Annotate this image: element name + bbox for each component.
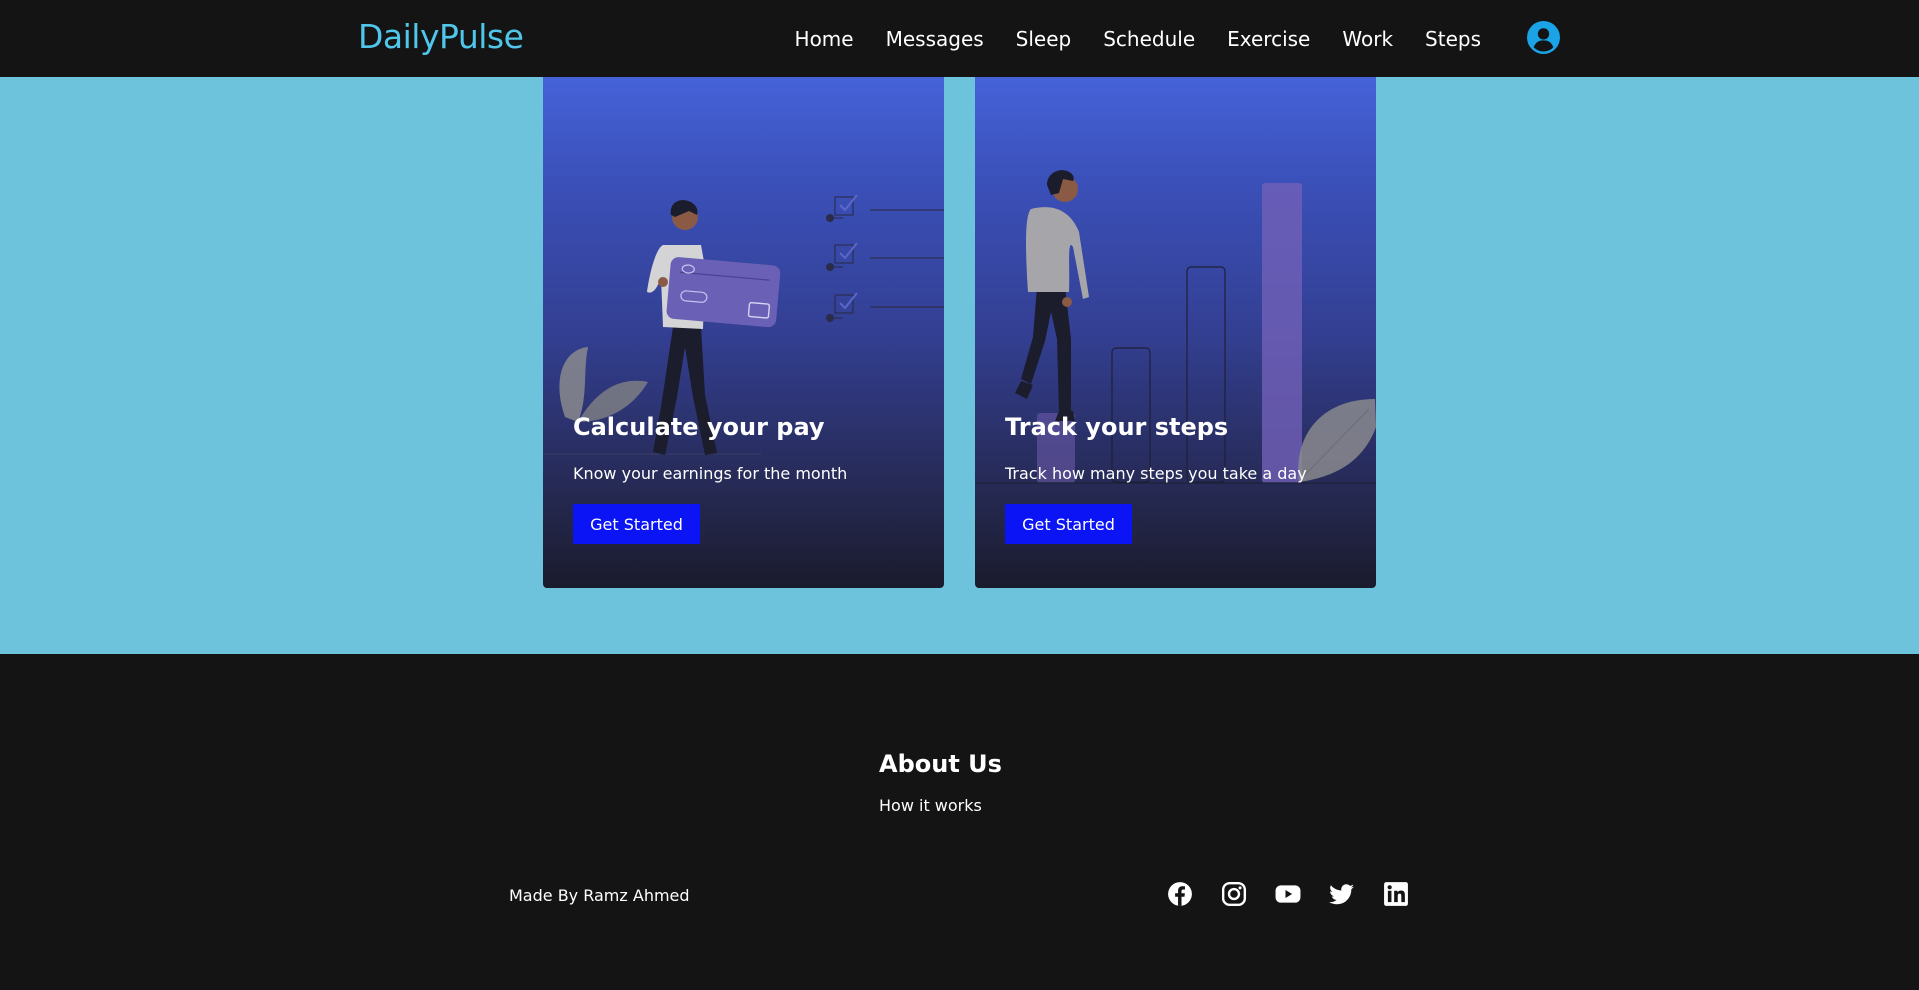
nav-work[interactable]: Work — [1342, 27, 1393, 51]
nav-messages[interactable]: Messages — [886, 27, 984, 51]
pay-card: Calculate your pay Know your earnings fo… — [543, 77, 944, 588]
get-started-steps-button[interactable]: Get Started — [1005, 504, 1132, 544]
instagram-icon[interactable] — [1221, 881, 1247, 907]
footer: About Us How it works Made By Ramz Ahmed — [0, 654, 1919, 990]
user-circle-icon[interactable] — [1527, 21, 1560, 54]
nav-links: Home Messages Sleep Schedule Exercise Wo… — [795, 0, 1481, 77]
youtube-icon[interactable] — [1275, 881, 1301, 907]
card-subtitle: Know your earnings for the month — [573, 464, 848, 483]
social-links — [1167, 881, 1409, 907]
about-us-heading: About Us — [879, 750, 1002, 778]
how-it-works-link[interactable]: How it works — [879, 796, 982, 815]
nav-schedule[interactable]: Schedule — [1103, 27, 1195, 51]
hero-section — [0, 77, 1919, 654]
nav-sleep[interactable]: Sleep — [1016, 27, 1072, 51]
get-started-pay-button[interactable]: Get Started — [573, 504, 700, 544]
nav-home[interactable]: Home — [795, 27, 854, 51]
twitter-icon[interactable] — [1329, 881, 1355, 907]
card-title: Calculate your pay — [573, 413, 825, 441]
made-by-credit: Made By Ramz Ahmed — [509, 886, 690, 905]
logo[interactable]: DailyPulse — [358, 17, 524, 56]
nav-exercise[interactable]: Exercise — [1227, 27, 1310, 51]
card-subtitle: Track how many steps you take a day — [1005, 464, 1307, 483]
facebook-icon[interactable] — [1167, 881, 1193, 907]
nav-steps[interactable]: Steps — [1425, 27, 1481, 51]
steps-card: Track your steps Track how many steps yo… — [975, 77, 1376, 588]
card-title: Track your steps — [1005, 413, 1229, 441]
navbar: DailyPulse Home Messages Sleep Schedule … — [0, 0, 1919, 77]
linkedin-icon[interactable] — [1383, 881, 1409, 907]
